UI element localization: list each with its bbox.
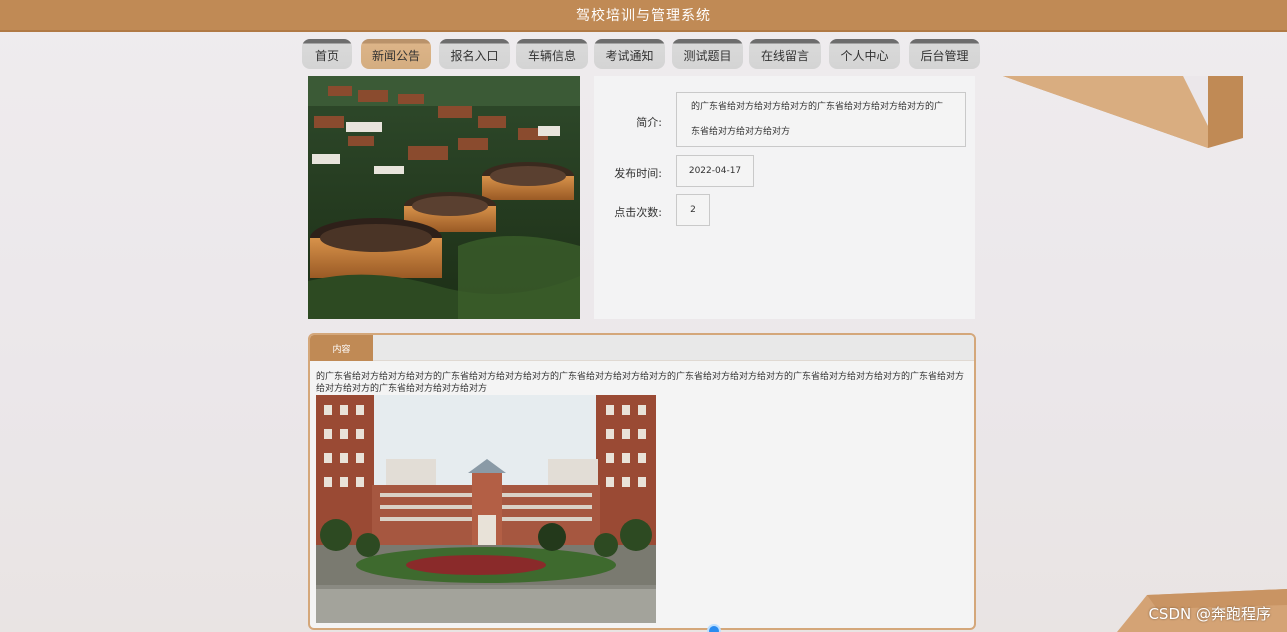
summary-label: 简介: <box>636 116 662 129</box>
content-panel: 内容 的广东省给对方给对方给对方的广东省给对方给对方给对方的广东省给对方给对方给… <box>308 333 976 630</box>
nav-item-vehicles[interactable]: 车辆信息 <box>516 39 588 69</box>
scroll-indicator[interactable] <box>707 624 721 632</box>
tab-content-label: 内容 <box>332 344 351 355</box>
nav-item-label: 个人中心 <box>840 49 889 63</box>
nav-item-label: 在线留言 <box>760 49 809 63</box>
decorative-frame-shape <box>1003 76 1243 148</box>
tab-content[interactable]: 内容 <box>310 335 373 361</box>
watermark-text: CSDN @奔跑程序 <box>1148 605 1271 623</box>
publish-time-value: 2022-04-17 <box>676 155 754 187</box>
header-bar: 驾校培训与管理系统 <box>0 0 1287 32</box>
nav-item-label: 测试题目 <box>683 49 732 63</box>
nav-item-test-questions[interactable]: 测试题目 <box>672 39 743 69</box>
nav-item-registration[interactable]: 报名入口 <box>439 39 510 69</box>
nav-item-label: 报名入口 <box>450 49 499 63</box>
site-title: 驾校培训与管理系统 <box>576 8 711 24</box>
content-school-image <box>316 395 656 623</box>
nav-item-home[interactable]: 首页 <box>302 39 352 69</box>
publish-time-text: 2022-04-17 <box>688 166 742 176</box>
summary-text: 的广东省给对方给对方给对方的广东省给对方给对方给对方的广东省给对方给对方给对方 <box>691 101 944 137</box>
nav-item-label: 新闻公告 <box>371 49 420 63</box>
click-count-text: 2 <box>690 205 696 215</box>
click-count-value: 2 <box>676 194 710 226</box>
summary-value: 的广东省给对方给对方给对方的广东省给对方给对方给对方的广东省给对方给对方给对方 <box>676 92 966 147</box>
nav-item-label: 后台管理 <box>920 49 969 63</box>
publish-time-label: 发布时间: <box>614 167 662 180</box>
news-info-card: 简介: 的广东省给对方给对方给对方的广东省给对方给对方给对方的广东省给对方给对方… <box>594 76 975 319</box>
nav-item-exam-notice[interactable]: 考试通知 <box>594 39 665 69</box>
nav-item-label: 首页 <box>314 49 339 63</box>
news-cover-image <box>308 76 580 319</box>
nav-item-label: 车辆信息 <box>527 49 576 63</box>
nav-item-admin[interactable]: 后台管理 <box>909 39 980 69</box>
nav-item-profile[interactable]: 个人中心 <box>829 39 900 69</box>
content-tab-bar: 内容 <box>310 335 974 361</box>
nav-item-news[interactable]: 新闻公告 <box>361 39 431 69</box>
nav-item-label: 考试通知 <box>605 49 654 63</box>
content-body-text: 的广东省给对方给对方给对方的广东省给对方给对方给对方的广东省给对方给对方给对方的… <box>316 372 965 394</box>
nav-item-messages[interactable]: 在线留言 <box>749 39 821 69</box>
click-count-label: 点击次数: <box>614 206 662 219</box>
